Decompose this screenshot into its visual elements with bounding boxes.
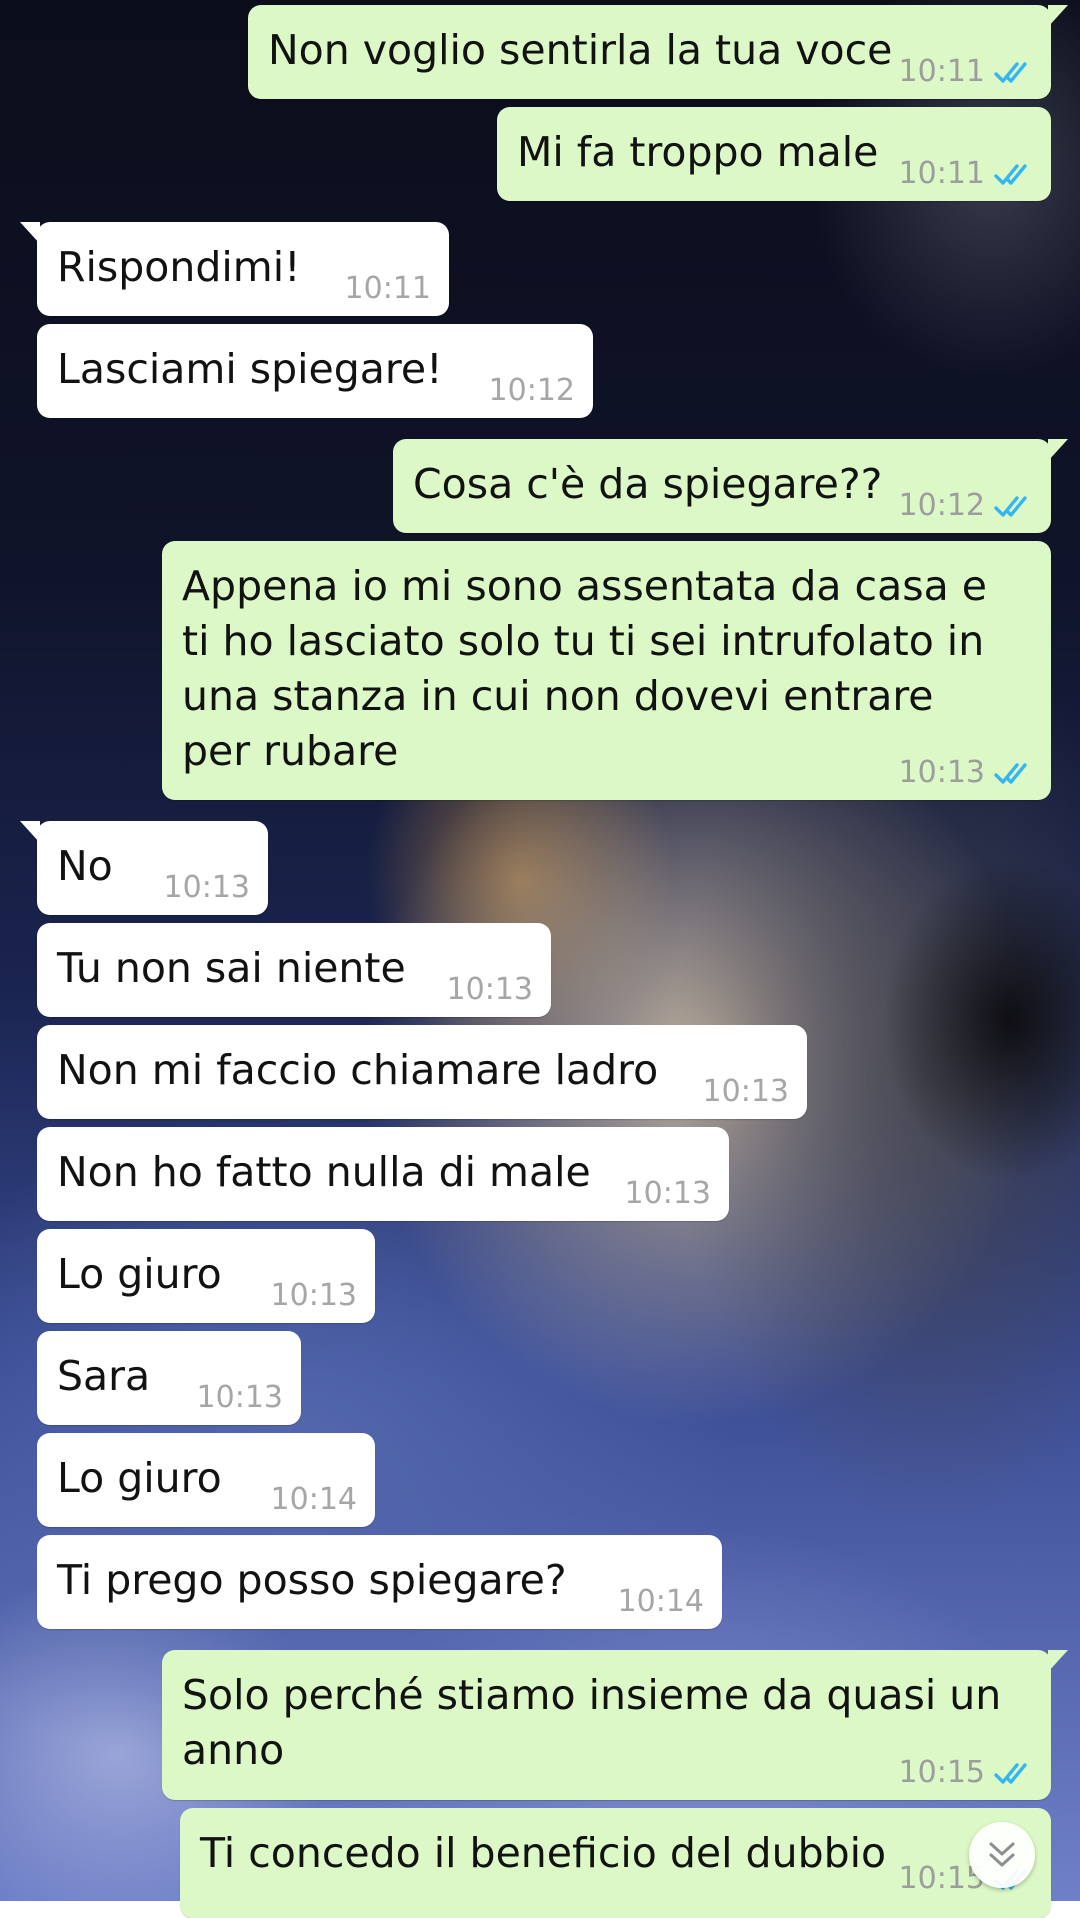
- message-time: 10:11: [344, 271, 431, 306]
- message-text: Lo giuro: [57, 1250, 222, 1298]
- message-time: 10:13: [163, 870, 250, 905]
- message-text: Rispondimi!: [57, 243, 301, 291]
- scroll-to-bottom-button[interactable]: [969, 1822, 1035, 1888]
- message-text: Cosa c'è da spiegare??: [413, 460, 883, 508]
- message-time: 10:13: [446, 972, 533, 1007]
- read-receipt-icon: [994, 62, 1027, 83]
- message-text: Mi fa troppo male: [517, 128, 879, 176]
- read-receipt-icon: [994, 496, 1027, 517]
- message-outgoing[interactable]: Ti concedo il beneficio del dubbio 10:15: [180, 1808, 1051, 1918]
- message-incoming[interactable]: Tu non sai niente 10:13: [37, 923, 551, 1017]
- message-time: 10:11: [898, 156, 985, 191]
- message-text: Non ho fatto nulla di male: [57, 1148, 591, 1196]
- message-text: Appena io mi sono assentata da casa e ti…: [182, 562, 1001, 775]
- message-incoming[interactable]: No 10:13: [20, 821, 268, 915]
- message-text: Lo giuro: [57, 1454, 222, 1502]
- message-text: No: [57, 842, 113, 890]
- message-incoming[interactable]: Ti prego posso spiegare? 10:14: [37, 1535, 722, 1629]
- message-time: 10:12: [898, 488, 985, 523]
- message-time: 10:15: [898, 1755, 985, 1790]
- message-incoming[interactable]: Sara 10:13: [37, 1331, 301, 1425]
- message-time: 10:14: [270, 1482, 357, 1517]
- message-time: 10:14: [617, 1584, 704, 1619]
- message-text: Tu non sai niente: [57, 944, 406, 992]
- message-time: 10:12: [488, 373, 575, 408]
- message-time: 10:13: [898, 755, 985, 790]
- message-incoming[interactable]: Lasciami spiegare! 10:12: [37, 324, 593, 418]
- message-outgoing[interactable]: Mi fa troppo male 10:11: [497, 107, 1051, 201]
- read-receipt-icon: [994, 763, 1027, 784]
- message-text: Ti prego posso spiegare?: [57, 1556, 567, 1604]
- read-receipt-icon: [994, 164, 1027, 185]
- message-text: Ti concedo il beneficio del dubbio: [200, 1829, 887, 1877]
- message-text: Sara: [57, 1352, 151, 1400]
- message-outgoing[interactable]: Appena io mi sono assentata da casa e ti…: [162, 541, 1051, 800]
- message-time: 10:13: [702, 1074, 789, 1109]
- message-outgoing[interactable]: Non voglio sentirla la tua voce 10:11: [248, 5, 1068, 99]
- message-time: 10:13: [196, 1380, 283, 1415]
- message-list[interactable]: Non voglio sentirla la tua voce 10:11 Mi…: [0, 0, 1080, 1918]
- read-receipt-icon: [994, 1763, 1027, 1784]
- message-time: 10:11: [898, 54, 985, 89]
- message-incoming[interactable]: Non mi faccio chiamare ladro 10:13: [37, 1025, 807, 1119]
- message-time: 10:13: [270, 1278, 357, 1313]
- message-time: 10:13: [624, 1176, 711, 1211]
- message-text: Solo perché stiamo insieme da quasi un a…: [182, 1671, 1015, 1774]
- message-outgoing[interactable]: Solo perché stiamo insieme da quasi un a…: [162, 1650, 1068, 1800]
- message-incoming[interactable]: Lo giuro 10:14: [37, 1433, 375, 1527]
- message-incoming[interactable]: Lo giuro 10:13: [37, 1229, 375, 1323]
- message-text: Non voglio sentirla la tua voce: [268, 26, 893, 74]
- message-text: Lasciami spiegare!: [57, 345, 443, 393]
- message-incoming[interactable]: Rispondimi! 10:11: [20, 222, 449, 316]
- message-incoming[interactable]: Non ho fatto nulla di male 10:13: [37, 1127, 729, 1221]
- double-chevron-down-icon: [989, 1842, 1015, 1867]
- message-text: Non mi faccio chiamare ladro: [57, 1046, 659, 1094]
- message-outgoing[interactable]: Cosa c'è da spiegare?? 10:12: [393, 439, 1068, 533]
